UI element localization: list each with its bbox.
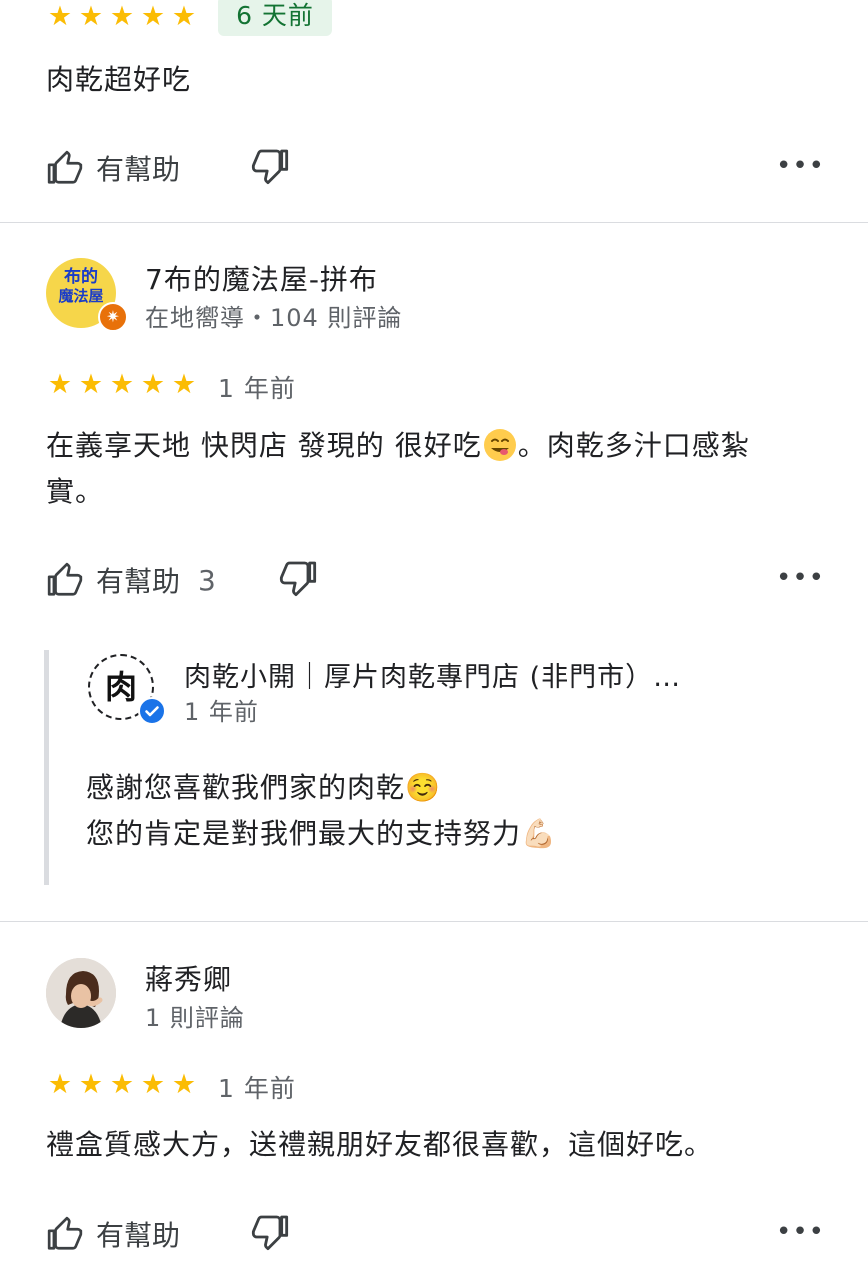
thumbs-up-icon — [47, 562, 83, 596]
review-text: 禮盒質感大方，送禮親朋好友都很喜歡，這個好吃。 — [46, 1128, 714, 1161]
avatar[interactable] — [46, 958, 116, 1028]
star-icon: ★ — [78, 369, 104, 400]
author-meta: 在地嚮導・104 則評論 — [145, 304, 403, 332]
star-icon: ★ — [78, 1, 104, 32]
owner-reply-text: 感謝您喜歡我們家的肉乾☺️ 您的肯定是對我們最大的支持努力💪🏻 — [86, 765, 806, 857]
owner-name[interactable]: 肉乾小開｜厚片肉乾專門店 (非門市）… — [184, 655, 744, 694]
review-date: 1 年前 — [218, 1074, 296, 1103]
local-guide-badge-icon: ✷ — [98, 302, 128, 332]
reviews-page: ★ ★ ★ ★ ★ 6 天前 肉乾超好吃 有幫助 ••• 布的 魔法屋 ✷ 7布… — [0, 0, 868, 1280]
star-icon: ★ — [171, 1069, 197, 1100]
star-icon: ★ — [109, 1069, 135, 1100]
star-icon: ★ — [47, 369, 73, 400]
star-icon: ★ — [171, 1, 197, 32]
yum-emoji-icon — [483, 429, 516, 461]
helpful-label: 有幫助 — [96, 1219, 181, 1252]
not-helpful-button[interactable] — [278, 558, 322, 602]
review-actions: 有幫助 ••• — [46, 1212, 824, 1256]
thumbs-down-icon — [251, 149, 289, 185]
review-text: 在義享天地 快閃店 發現的 很好吃 。肉乾多汁口感紮 實。 — [46, 423, 826, 515]
helpful-button[interactable]: 有幫助 — [46, 1212, 180, 1256]
more-icon[interactable]: ••• — [776, 146, 824, 190]
review-text-part: 實。 — [46, 475, 105, 508]
review-text: 肉乾超好吃 — [46, 63, 192, 96]
more-icon[interactable]: ••• — [776, 558, 824, 602]
author-meta: 1 則評論 — [145, 1004, 245, 1032]
helpful-label: 有幫助 — [96, 565, 181, 598]
thumbs-down-icon — [251, 1215, 289, 1251]
thumbs-up-icon — [47, 150, 83, 184]
not-helpful-button[interactable] — [250, 1212, 294, 1256]
flexed-biceps-emoji-icon: 💪🏻 — [521, 817, 557, 850]
divider — [0, 921, 868, 922]
review-date: 1 年前 — [218, 374, 296, 403]
rating-stars: ★ ★ ★ ★ ★ — [46, 371, 198, 398]
reply-indicator-bar — [44, 650, 49, 885]
helpful-count: 3 — [198, 563, 216, 597]
rating-stars: ★ ★ ★ ★ ★ — [46, 1071, 198, 1098]
thumbs-up-icon — [47, 1216, 83, 1250]
author-name[interactable]: 蔣秀卿 — [145, 958, 232, 998]
star-icon: ★ — [78, 1069, 104, 1100]
review-actions: 有幫助 3 ••• — [46, 558, 824, 602]
helpful-button[interactable]: 有幫助 — [46, 146, 180, 190]
helpful-button[interactable]: 有幫助 3 — [46, 558, 216, 602]
divider — [0, 222, 868, 223]
reply-line: 您的肯定是對我們最大的支持努力 — [86, 817, 522, 850]
thumbs-down-icon — [279, 561, 317, 597]
review-date-badge: 6 天前 — [218, 0, 332, 36]
verified-check-icon — [138, 697, 166, 725]
star-icon: ★ — [109, 369, 135, 400]
more-icon[interactable]: ••• — [776, 1212, 824, 1256]
review-text-part: 在義享天地 快閃店 發現的 很好吃 — [46, 429, 482, 462]
star-icon: ★ — [47, 1, 73, 32]
relieved-emoji-icon: ☺️ — [405, 771, 441, 804]
star-icon: ★ — [140, 1, 166, 32]
reply-line: 感謝您喜歡我們家的肉乾 — [86, 771, 406, 804]
review-text-part: 。肉乾多汁口感紮 — [517, 429, 750, 462]
star-icon: ★ — [109, 1, 135, 32]
not-helpful-button[interactable] — [250, 146, 294, 190]
star-icon: ★ — [171, 369, 197, 400]
star-icon: ★ — [47, 1069, 73, 1100]
avatar-photo — [46, 958, 116, 1028]
avatar-text: 布的 — [64, 267, 98, 287]
star-icon: ★ — [140, 1069, 166, 1100]
review-actions: 有幫助 ••• — [46, 146, 824, 190]
star-icon: ★ — [140, 369, 166, 400]
rating-stars: ★ ★ ★ ★ ★ — [46, 3, 198, 30]
helpful-label: 有幫助 — [96, 153, 181, 186]
owner-reply-date: 1 年前 — [184, 698, 259, 726]
author-name[interactable]: 7布的魔法屋-拼布 — [145, 258, 378, 298]
